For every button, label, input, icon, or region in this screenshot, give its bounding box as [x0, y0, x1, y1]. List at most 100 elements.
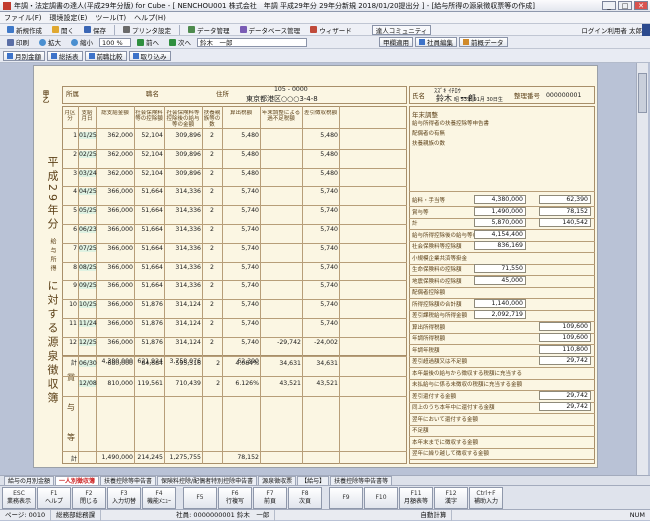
cell-総支給金額[interactable]: 366,000: [97, 301, 133, 308]
right-amount[interactable]: 5,870,000: [474, 218, 526, 227]
cell-支給月日[interactable]: 12/25: [79, 338, 97, 346]
cell-社会保険料等の控除額[interactable]: 51,664: [135, 188, 163, 195]
right-tax[interactable]: 78,152: [539, 206, 591, 216]
cell-社会保険料等の控除額[interactable]: 51,876: [135, 320, 163, 327]
close-button[interactable]: ✕: [634, 1, 648, 10]
sheet-tab[interactable]: 扶養控除等申告書等: [330, 476, 393, 485]
bonus-cell[interactable]: 810,000: [97, 380, 133, 387]
fkey-f10-button[interactable]: F10: [364, 487, 398, 509]
fkey-f6-button[interactable]: F6 行複写: [218, 487, 252, 509]
cell-支給月日[interactable]: 07/25: [79, 244, 97, 252]
next-button[interactable]: 次へ: [165, 37, 195, 47]
cell-社会保険料等の控除額[interactable]: 51,664: [135, 282, 163, 289]
cell-総支給金額[interactable]: 366,000: [97, 282, 133, 289]
right-amount[interactable]: 1,490,000: [474, 206, 526, 216]
cell-支給月日[interactable]: 06/23: [79, 226, 97, 233]
scroll-thumb[interactable]: [638, 73, 647, 113]
data-manage-button[interactable]: データ管理: [184, 25, 234, 35]
cell-扶養親族等の数[interactable]: 2: [204, 264, 220, 271]
right-amount[interactable]: 4,380,000: [474, 195, 526, 204]
cell-支給月日[interactable]: 09/25: [79, 282, 97, 290]
cell-社会保険料等の控除額[interactable]: 52,104: [135, 132, 163, 139]
cell-社会保険料等の控除額[interactable]: 52,104: [135, 170, 163, 177]
sheet-tab[interactable]: 保険料控除/配偶者特別控除申告書: [157, 476, 258, 485]
cell-支給月日[interactable]: 08/25: [79, 263, 97, 271]
fkey-f8-button[interactable]: F8 次頁: [288, 487, 322, 509]
cell-社会保険料等の控除額[interactable]: 51,876: [135, 301, 163, 308]
cell-総支給金額[interactable]: 362,000: [97, 151, 133, 158]
right-amount[interactable]: 1,140,000: [474, 298, 526, 308]
fkey-f9-button[interactable]: F9: [329, 487, 363, 509]
right-tax[interactable]: 109,600: [539, 333, 591, 342]
cell-支給月日[interactable]: 03/24: [79, 169, 97, 177]
cell-総支給金額[interactable]: 366,000: [97, 320, 133, 327]
bonus-cell[interactable]: 84,684: [135, 360, 163, 367]
open-button[interactable]: 開く: [48, 25, 78, 35]
cell-扶養親族等の数[interactable]: 2: [204, 151, 220, 158]
minimize-button[interactable]: _: [602, 1, 616, 10]
database-button[interactable]: データベース管理: [236, 25, 305, 35]
cell-扶養親族等の数[interactable]: 2: [204, 320, 220, 327]
prev-data-button[interactable]: 前概データ: [459, 37, 508, 47]
right-amount[interactable]: 2,092,719: [474, 310, 526, 319]
cell-支給月日[interactable]: 05/25: [79, 207, 97, 215]
bonus-cell[interactable]: 680,000: [97, 360, 133, 367]
zoom-in-button[interactable]: 拡大: [35, 37, 65, 47]
right-tax[interactable]: 62,390: [539, 195, 591, 204]
bonus-cell[interactable]: 06/30: [79, 360, 97, 367]
cell-社会保険料等の控除額[interactable]: 51,664: [135, 226, 163, 233]
fkey-f3-button[interactable]: F3 入力切替: [107, 487, 141, 509]
new-file-button[interactable]: 新規作成: [3, 25, 46, 35]
cell-扶養親族等の数[interactable]: 2: [204, 339, 220, 346]
cell-支給月日[interactable]: 11/24: [79, 320, 97, 327]
cell-扶養親族等の数[interactable]: 2: [204, 132, 220, 139]
right-amount[interactable]: 71,550: [474, 264, 526, 273]
prev-job-compare-button[interactable]: 前職比較: [84, 50, 127, 61]
cell-総支給金額[interactable]: 362,000: [97, 170, 133, 177]
right-tax[interactable]: 109,600: [539, 321, 591, 331]
right-tax[interactable]: 110,800: [539, 344, 591, 354]
cell-社会保険料等の控除額[interactable]: 52,104: [135, 151, 163, 158]
cell-扶養親族等の数[interactable]: 2: [204, 245, 220, 252]
cell-総支給金額[interactable]: 366,000: [97, 245, 133, 252]
save-button[interactable]: 保存: [80, 25, 110, 35]
import-button[interactable]: 取り込み: [128, 50, 171, 61]
menu-item[interactable]: ヘルプ(H): [134, 13, 166, 23]
menu-item[interactable]: 環境設定(E): [50, 13, 88, 23]
cell-扶養親族等の数[interactable]: 2: [204, 301, 220, 308]
sheet-tab[interactable]: 【給与】: [297, 476, 330, 485]
sheet-tab[interactable]: 給与の月別金額: [4, 476, 55, 485]
right-amount[interactable]: 4,154,400: [474, 229, 526, 239]
cell-支給月日[interactable]: 01/25: [79, 132, 97, 139]
cell-扶養親族等の数[interactable]: 2: [204, 226, 220, 233]
cell-支給月日[interactable]: 02/25: [79, 150, 97, 158]
cell-総支給金額[interactable]: 366,000: [97, 226, 133, 233]
wizard-button[interactable]: ウィザード: [306, 25, 356, 35]
fkey-esc-button[interactable]: ESC 業務表示: [2, 487, 36, 509]
cell-社会保険料等の控除額[interactable]: 51,876: [135, 339, 163, 346]
cell-扶養親族等の数[interactable]: 2: [204, 188, 220, 195]
right-tax[interactable]: 29,742: [539, 390, 591, 400]
employee-field[interactable]: 鈴木 一郎: [197, 37, 307, 47]
maximize-button[interactable]: □: [618, 1, 632, 10]
cell-社会保険料等の控除額[interactable]: 51,664: [135, 207, 163, 214]
cell-年末調整による過不足税額[interactable]: -29,742: [261, 339, 301, 346]
cell-扶養親族等の数[interactable]: 2: [204, 170, 220, 177]
kouotsu-button[interactable]: 甲欄適用: [379, 37, 413, 47]
cell-社会保険料等の控除額[interactable]: 51,664: [135, 264, 163, 271]
cell-社会保険料等の控除額[interactable]: 51,664: [135, 245, 163, 252]
monthly-amount-button[interactable]: 月別金額: [3, 50, 45, 61]
print-button[interactable]: 印刷: [3, 37, 33, 47]
fkey-ctrl-f-button[interactable]: Ctrl+F 補助入力: [469, 487, 503, 509]
right-tax[interactable]: 29,742: [539, 356, 591, 365]
cell-支給月日[interactable]: 10/25: [79, 301, 97, 309]
prev-button[interactable]: 前へ: [133, 37, 163, 47]
printer-setup-button[interactable]: プリンタ設定: [119, 25, 175, 35]
fkey-f5-button[interactable]: F5: [183, 487, 217, 509]
zoom-select[interactable]: 100 %: [99, 37, 131, 47]
right-tax[interactable]: 29,742: [539, 402, 591, 411]
employee-edit-button[interactable]: 社員編集: [415, 37, 457, 47]
fkey-f1-button[interactable]: F1 ヘルプ: [37, 487, 71, 509]
right-amount[interactable]: 45,000: [474, 275, 526, 285]
cell-扶養親族等の数[interactable]: 2: [204, 207, 220, 214]
